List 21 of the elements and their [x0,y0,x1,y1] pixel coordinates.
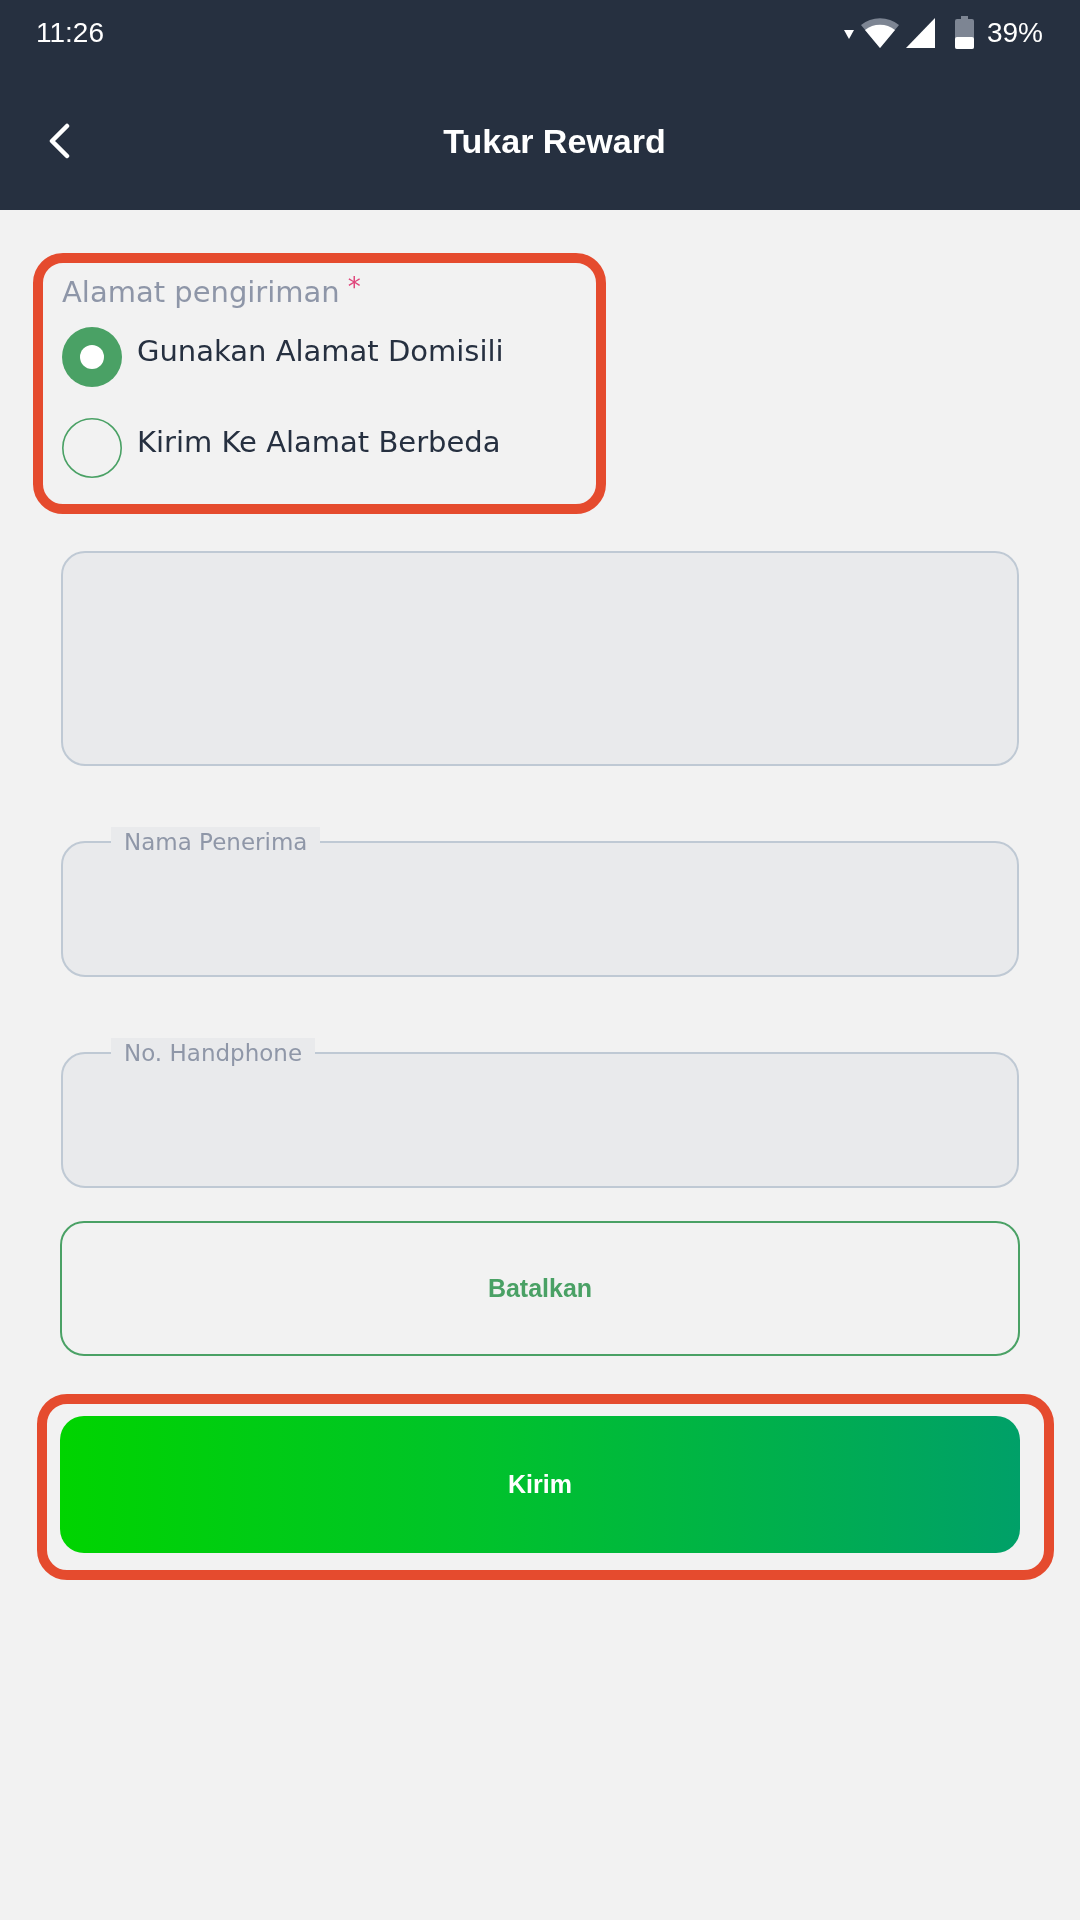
battery-icon [954,16,974,49]
submit-button[interactable]: Kirim [60,1416,1020,1553]
down-triangle-icon [843,29,854,40]
radio-button[interactable] [62,418,122,478]
radio-button[interactable] [62,327,122,387]
text-field[interactable]: No. Handphone [61,1038,1019,1188]
field-label: No. Handphone [111,1038,316,1068]
required-mark: * [347,274,361,300]
status-time: 11:26 [36,16,104,49]
address-field[interactable] [61,551,1019,766]
text-field[interactable]: Nama Penerima [61,827,1019,977]
wifi-icon [860,17,899,48]
cancel-button[interactable]: Batalkan [60,1221,1020,1356]
page-title: Tukar Reward [443,120,666,161]
signal-icon [905,17,935,48]
back-icon [47,122,71,159]
radio-label[interactable]: Kirim Ke Alamat Berbeda [137,425,501,459]
back-button[interactable] [47,122,71,159]
radio-label[interactable]: Gunakan Alamat Domisili [137,334,504,368]
section-label: Alamat pengiriman [62,274,340,310]
battery-percent: 39% [986,16,1043,49]
